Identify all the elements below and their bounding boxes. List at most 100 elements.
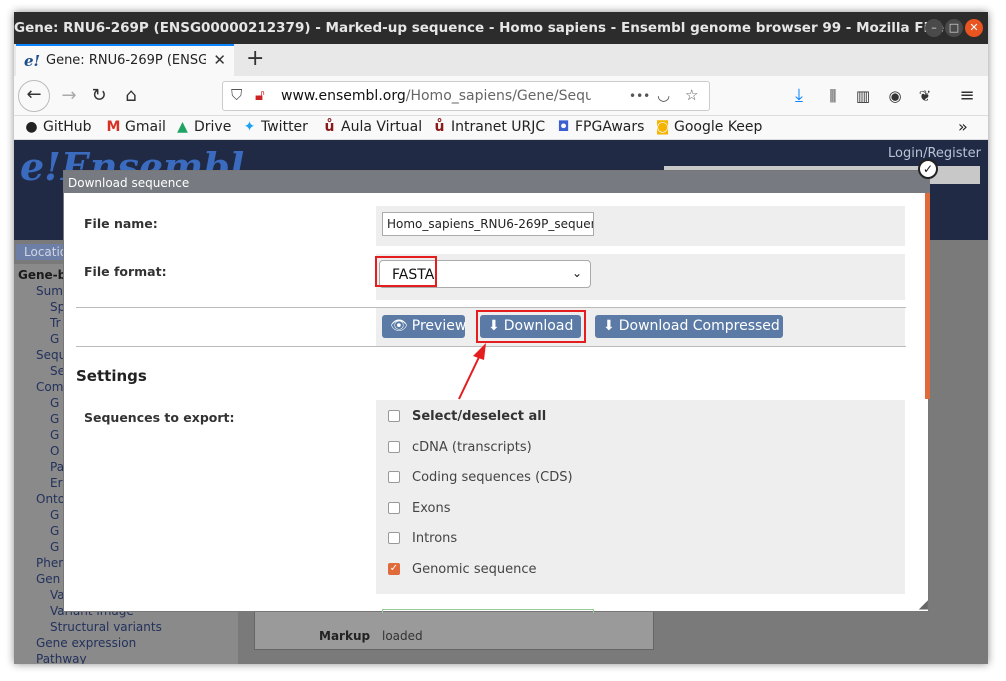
sidebar-item[interactable]: Gene expression — [36, 636, 136, 650]
sidebar-item[interactable]: Gen — [36, 572, 60, 586]
insecure-lock-icon[interactable]: 🔓︎ — [255, 86, 265, 104]
shield-icon[interactable]: ⛉ — [231, 86, 242, 104]
modal-title: Download sequence — [64, 171, 930, 193]
sidebar-item[interactable]: Structural variants — [50, 620, 162, 634]
bookmark-google-keep[interactable]: ◙ Google Keep — [655, 119, 763, 135]
twitter-icon: ✦ — [243, 119, 256, 135]
sidebar-item[interactable]: Pa — [50, 460, 64, 474]
sidebar-icon[interactable]: ▥ — [848, 82, 878, 112]
login-link[interactable]: Login/Register — [888, 146, 981, 161]
tab-bar: e! Gene: RNU6-269P (ENSG ✕ + — [14, 44, 988, 76]
page-actions-icon[interactable]: ••• — [629, 89, 650, 103]
sequences-label: Sequences to export: — [84, 410, 235, 425]
window-title: Gene: RNU6-269P (ENSG00000212379) - Mark… — [14, 20, 944, 36]
sidebar-item[interactable]: Phen — [36, 556, 66, 570]
option-checkbox[interactable] — [388, 471, 400, 483]
home-icon[interactable]: ⌂ — [116, 82, 146, 112]
resize-handle-icon[interactable]: ◢ — [919, 597, 928, 611]
bookmarks-overflow-icon[interactable]: » — [958, 117, 968, 136]
url-text[interactable]: www.ensembl.org/Homo_sapiens/Gene/Seque — [281, 88, 591, 104]
pocket-icon[interactable]: ◡ — [657, 86, 670, 104]
settings-heading: Settings — [76, 367, 147, 385]
urjc-icon: ů — [434, 119, 445, 135]
maximize-icon[interactable]: □ — [945, 19, 963, 37]
bookmark-intranet-urjc[interactable]: ů Intranet URJC — [432, 119, 546, 135]
navigation-bar: ← → ↻ ⌂ ⛉ 🔓︎ www.ensembl.org/Homo_sapien… — [14, 76, 988, 116]
option-checkbox[interactable] — [388, 532, 400, 544]
sidebar-item[interactable]: Pathway — [36, 652, 87, 664]
bookmark-star-icon[interactable]: ☆ — [685, 86, 698, 104]
option-checkbox[interactable] — [388, 501, 400, 514]
option-label: Select/deselect all — [412, 409, 547, 424]
library-icon[interactable]: ⫼ — [818, 82, 848, 112]
url-bar[interactable]: ⛉ 🔓︎ www.ensembl.org/Homo_sapiens/Gene/S… — [222, 81, 710, 111]
compressed-download-icon: ⬇︎ — [603, 318, 615, 334]
option-checkbox[interactable]: ✓ — [388, 562, 400, 575]
close-window-icon[interactable]: ✕ — [965, 19, 983, 37]
sidebar-item[interactable]: G — [50, 540, 59, 554]
chevron-down-icon: ⌄ — [571, 266, 582, 280]
option-checkbox[interactable] — [388, 410, 400, 422]
eye-icon: 👁︎ — [390, 318, 408, 334]
option-label: Exons — [412, 500, 451, 516]
sidebar-item[interactable]: Sum — [36, 284, 63, 298]
bookmark-github[interactable]: ● GitHub — [24, 119, 91, 135]
extension-icon[interactable]: ❦ — [910, 82, 940, 112]
sidebar-item[interactable]: G — [50, 396, 59, 410]
modal-scrollbar[interactable] — [925, 193, 930, 399]
sidebar-item[interactable]: G — [50, 332, 59, 346]
tab-label: Gene: RNU6-269P (ENSG — [46, 53, 206, 68]
option-label: Genomic sequence — [412, 561, 537, 577]
annotation-arrow — [458, 343, 486, 400]
sidebar-item[interactable]: Sequ — [36, 348, 66, 362]
download-sequence-modal: Download sequence File name: Homo_sapien… — [63, 170, 930, 613]
menu-icon[interactable]: ≡ — [952, 82, 982, 112]
urjc-icon: ů — [324, 119, 335, 135]
fpgawars-icon: ◘ — [557, 119, 570, 135]
next-field-edge — [382, 609, 594, 613]
option-label: cDNA (transcripts) — [412, 439, 532, 455]
bookmark-gmail[interactable]: M Gmail — [106, 119, 166, 135]
gmail-icon: M — [106, 119, 121, 135]
markup-value: loaded — [382, 629, 423, 643]
github-icon: ● — [25, 119, 38, 135]
sidebar-item[interactable]: Er — [50, 476, 63, 490]
forward-icon[interactable]: → — [54, 82, 84, 112]
sidebar-item[interactable]: Tr — [50, 316, 61, 330]
sidebar-item[interactable]: O — [50, 444, 59, 458]
modal-body: File name: Homo_sapiens_RNU6-269P_sequen… — [64, 193, 930, 613]
sidebar-item[interactable]: G — [50, 508, 59, 522]
minimize-icon[interactable]: – — [925, 19, 943, 37]
bookmark-twitter[interactable]: ✦ Twitter — [242, 119, 308, 135]
drive-icon: ▲ — [177, 119, 188, 135]
option-checkbox[interactable] — [388, 440, 400, 453]
bookmark-aula-virtual[interactable]: ů Aula Virtual — [322, 119, 423, 135]
file-name-input[interactable]: Homo_sapiens_RNU6-269P_sequence — [382, 212, 594, 236]
file-name-label: File name: — [84, 216, 158, 231]
preview-button[interactable]: 👁︎ Preview — [382, 315, 466, 338]
back-icon[interactable]: ← — [18, 80, 50, 112]
highlight-format — [375, 256, 437, 287]
option-label: Coding sequences (CDS) — [412, 470, 573, 485]
title-bar: Gene: RNU6-269P (ENSG00000212379) - Mark… — [14, 12, 988, 44]
highlight-download — [476, 310, 586, 343]
sidebar-item[interactable]: G — [50, 524, 59, 538]
sidebar-item[interactable]: G — [50, 412, 59, 426]
bookmark-drive[interactable]: ▲ Drive — [175, 119, 231, 135]
downloads-icon[interactable]: ⤓ — [784, 82, 814, 112]
new-tab-icon[interactable]: + — [246, 46, 264, 71]
keep-icon: ◙ — [655, 119, 670, 135]
tab-active[interactable]: e! Gene: RNU6-269P (ENSG ✕ — [16, 44, 234, 76]
option-label: Introns — [412, 531, 458, 546]
file-format-label: File format: — [84, 264, 167, 279]
sidebar-item[interactable]: G — [50, 428, 59, 442]
sidebar-item[interactable]: Gene-b — [18, 268, 66, 282]
sidebar-item[interactable]: Com — [36, 380, 63, 394]
sidebar-item[interactable]: Onto — [36, 492, 65, 506]
check-circle-icon[interactable]: ✓ — [918, 159, 938, 179]
bookmark-fpgawars[interactable]: ◘ FPGAwars — [556, 119, 645, 135]
tab-close-icon[interactable]: ✕ — [213, 51, 226, 69]
account-icon[interactable]: ◉ — [880, 82, 910, 112]
download-compressed-button[interactable]: ⬇︎ Download Compressed — [595, 315, 783, 338]
reload-icon[interactable]: ↻ — [84, 82, 114, 112]
